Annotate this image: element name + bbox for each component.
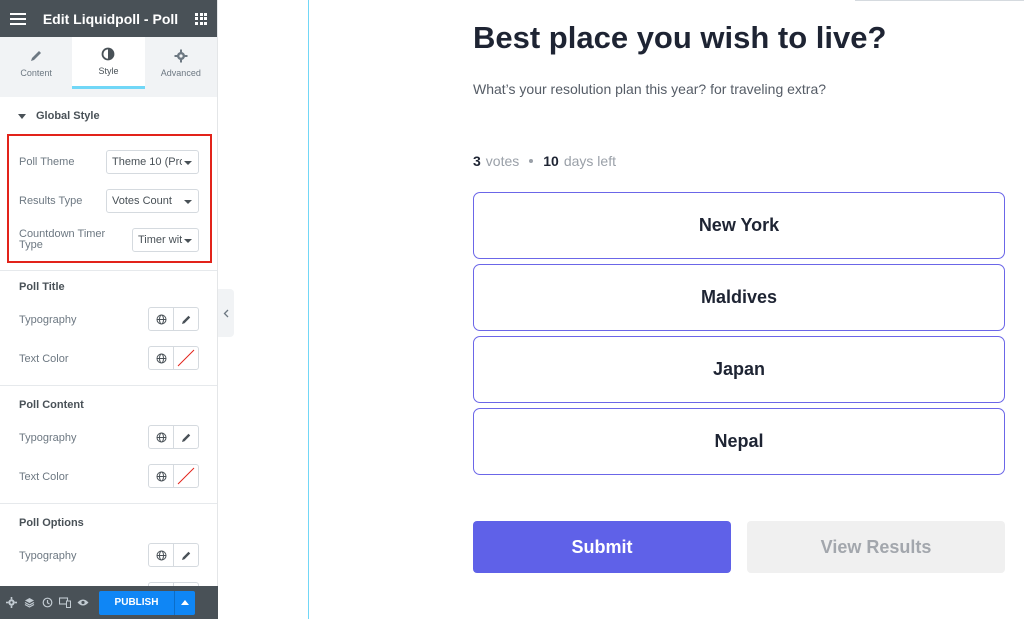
poll-options-typography-label: Typography [19,550,77,562]
tab-advanced-label: Advanced [160,67,201,78]
globe-icon[interactable] [149,465,173,487]
poll-theme-label: Poll Theme [19,156,75,168]
global-style-heading: Global Style [36,110,100,122]
menu-icon[interactable] [10,12,26,25]
tab-style[interactable]: Style [72,37,145,89]
submit-button[interactable]: Submit [473,521,731,573]
results-type-label: Results Type [19,195,83,207]
panel-tabs: Content Style Advanced [0,37,217,89]
editor-panel: Edit Liquidpoll - Poll Content Style Adv… [0,0,218,619]
history-icon[interactable] [41,597,53,609]
results-type-select[interactable]: Votes Count [106,189,199,213]
publish-button[interactable]: PUBLISH [99,590,174,615]
poll-content-heading: Poll Content [19,399,84,411]
panel-title: Edit Liquidpoll - Poll [42,10,179,27]
color-swatch-empty[interactable] [173,347,198,369]
poll-option[interactable]: Japan [473,336,1005,403]
days-label: days left [563,153,616,169]
globe-icon[interactable] [149,426,173,448]
tab-content[interactable]: Content [0,37,72,89]
poll-option[interactable]: Maldives [473,264,1005,331]
edit-icon[interactable] [173,308,198,330]
edit-icon[interactable] [173,426,198,448]
poll-theme-value: Theme 10 (Pro) [112,156,182,168]
poll-content-color-controls [148,464,199,488]
countdown-value: Timer with [138,234,183,246]
poll-description: What’s your resolution plan this year? f… [473,81,827,97]
panel-collapse-toggle[interactable] [218,289,234,337]
poll-title-color-controls [148,346,199,370]
pencil-icon [31,50,42,61]
poll-content-textcolor-label: Text Color [19,471,69,483]
section-edge [855,0,1024,1]
poll-meta: 3 votes 10 days left [473,153,616,169]
widgets-grid-icon[interactable] [195,12,207,25]
poll-title-typography-label: Typography [19,314,77,326]
globe-icon[interactable] [149,308,173,330]
poll-options-heading: Poll Options [19,517,84,529]
caret-up-icon [181,600,189,605]
poll-theme-control: Poll Theme Theme 10 (Pro) [19,150,199,174]
results-type-control: Results Type Votes Count [19,189,199,213]
gear-icon [174,49,188,62]
settings-icon[interactable] [5,597,17,609]
poll-title: Best place you wish to live? [473,20,887,55]
column-guide [308,0,309,619]
contrast-icon [102,47,115,61]
preview-eye-icon[interactable] [77,597,89,609]
votes-label: votes [485,153,520,169]
poll-content-typography-label: Typography [19,432,77,444]
panel-footer: PUBLISH [0,586,218,619]
poll-content-typography-controls [148,425,199,449]
countdown-control: Countdown Timer Type Timer with [19,228,199,252]
globe-icon[interactable] [149,544,173,566]
responsive-icon[interactable] [59,597,71,609]
chevron-left-icon [223,309,229,317]
view-results-button[interactable]: View Results [747,521,1005,573]
results-type-value: Votes Count [112,195,172,207]
poll-options-typography-controls [148,543,199,567]
panel-body: Global Style Poll Theme Theme 10 (Pro) R… [0,89,217,586]
globe-icon[interactable] [149,347,173,369]
days-count: 10 [543,153,559,169]
tab-style-label: Style [98,66,119,76]
votes-count: 3 [473,153,481,169]
tab-content-label: Content [20,67,52,78]
publish-options-button[interactable] [174,590,195,615]
poll-title-textcolor-label: Text Color [19,353,69,365]
countdown-select[interactable]: Timer with [132,228,199,252]
edit-icon[interactable] [173,544,198,566]
layers-icon[interactable] [23,597,35,609]
tab-advanced[interactable]: Advanced [145,37,217,89]
poll-theme-select[interactable]: Theme 10 (Pro) [106,150,199,174]
poll-option[interactable]: New York [473,192,1005,259]
global-style-header[interactable]: Global Style [0,97,217,135]
poll-option[interactable]: Nepal [473,408,1005,475]
caret-down-icon [18,113,26,119]
meta-separator-dot [529,159,534,163]
color-swatch-empty[interactable] [173,465,198,487]
panel-header: Edit Liquidpoll - Poll [0,0,217,37]
poll-title-typography-controls [148,307,199,331]
countdown-label: Countdown Timer Type [19,228,106,251]
poll-title-heading: Poll Title [19,281,65,293]
